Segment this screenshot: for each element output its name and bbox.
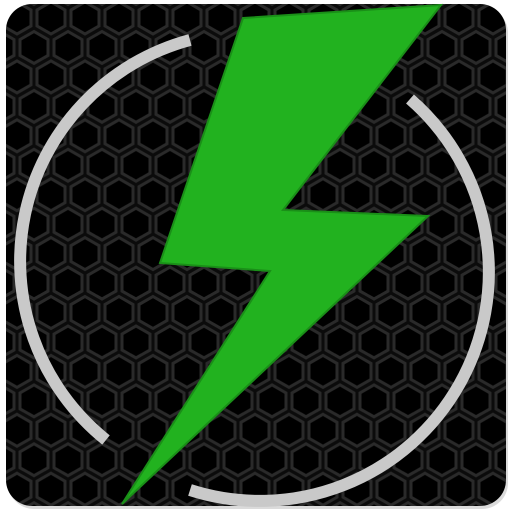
lightning-bolt-power-icon[interactable]	[0, 0, 512, 512]
app-icon-canvas	[0, 0, 512, 512]
